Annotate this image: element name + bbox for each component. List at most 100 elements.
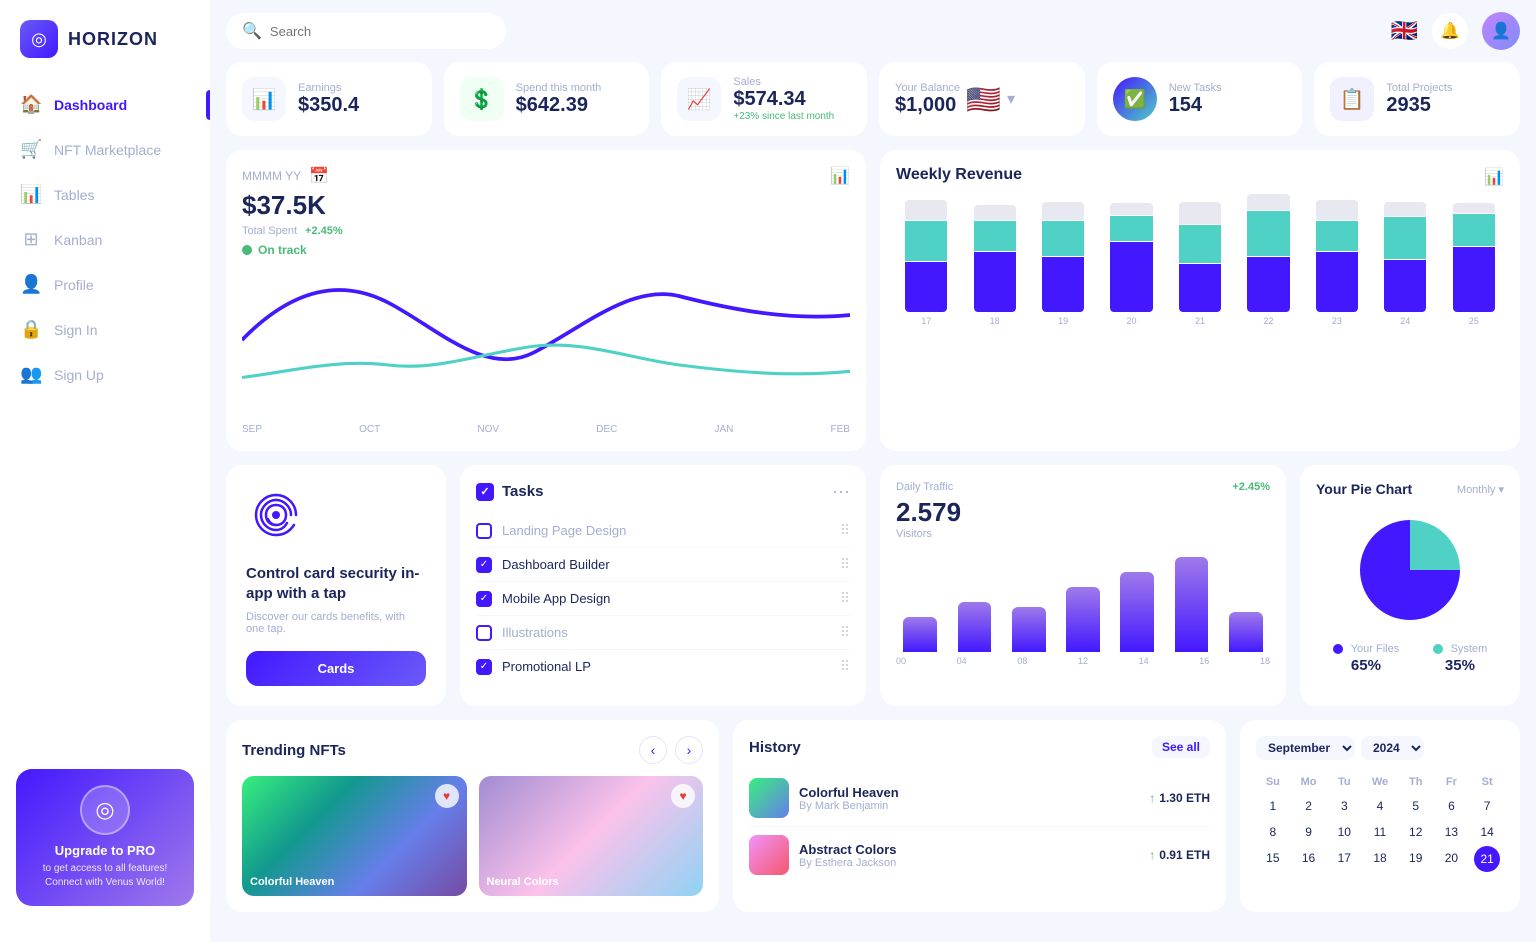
sidebar-item-tables[interactable]: 📊 Tables [0, 172, 210, 217]
sidebar-item-kanban[interactable]: ⊞ Kanban [0, 217, 210, 262]
nft-header: Trending NFTs ‹ › [242, 736, 703, 764]
stat-earnings: 📊 Earnings $350.4 [226, 62, 432, 136]
task-drag-4[interactable]: ⠿ [840, 658, 850, 675]
tx-3: 12 [1078, 656, 1088, 666]
main-line-chart: MMMM YY 📅 📊 $37.5K Total Spent +2.45% On… [226, 150, 866, 451]
upgrade-title: Upgrade to PRO [32, 843, 178, 858]
nft-card-label-0: Colorful Heaven [250, 876, 334, 888]
task-drag-0[interactable]: ⠿ [840, 522, 850, 539]
cal-day-9[interactable]: 9 [1292, 820, 1326, 844]
cal-day-2[interactable]: 2 [1292, 794, 1326, 818]
sidebar-item-signup[interactable]: 👥 Sign Up [0, 352, 210, 397]
balance-value: $1,000 [895, 94, 960, 117]
chart-bar-icon[interactable]: 📊 [830, 166, 850, 186]
sidebar-item-label-kanban: Kanban [54, 232, 102, 248]
nft-card-1[interactable]: ♥ Neural Colors [479, 776, 704, 896]
bar-label-23: 23 [1332, 316, 1342, 326]
cal-today[interactable]: 21 [1474, 846, 1500, 872]
pie-legend-system: System 35% [1433, 643, 1488, 674]
history-section: History See all Colorful Heaven By Mark … [733, 720, 1226, 912]
task-check-3[interactable] [476, 625, 492, 641]
upgrade-card[interactable]: ◎ Upgrade to PRO to get access to all fe… [16, 769, 194, 906]
cal-day-5[interactable]: 5 [1399, 794, 1433, 818]
search-input[interactable] [270, 24, 490, 39]
cards-button[interactable]: Cards [246, 651, 426, 686]
sidebar-item-profile[interactable]: 👤 Profile [0, 262, 210, 307]
cal-year-select[interactable]: 2024 [1361, 736, 1424, 760]
bar-chart-area: 17 18 19 [896, 196, 1504, 326]
cal-day-11[interactable]: 11 [1363, 820, 1397, 844]
t-bar-4 [1120, 572, 1154, 652]
cal-day-16[interactable]: 16 [1292, 846, 1326, 872]
history-item-0: Colorful Heaven By Mark Benjamin ↑ 1.30 … [749, 770, 1210, 827]
cal-day-14[interactable]: 14 [1470, 820, 1504, 844]
nft-next-button[interactable]: › [675, 736, 703, 764]
see-all-button[interactable]: See all [1152, 736, 1210, 758]
task-name-0: Landing Page Design [502, 523, 830, 538]
t-bar-3 [1066, 587, 1100, 652]
search-box[interactable]: 🔍 [226, 13, 506, 49]
task-check-0[interactable] [476, 523, 492, 539]
user-avatar[interactable]: 👤 [1482, 12, 1520, 50]
language-flag[interactable]: 🇬🇧 [1391, 18, 1418, 44]
task-drag-1[interactable]: ⠿ [840, 556, 850, 573]
cal-day-19[interactable]: 19 [1399, 846, 1433, 872]
eth-value-0: 1.30 ETH [1159, 791, 1210, 805]
nft-cards: ♥ Colorful Heaven ♥ Neural Colors [242, 776, 703, 896]
nft-heart-0[interactable]: ♥ [435, 784, 459, 808]
cal-day-13[interactable]: 13 [1435, 820, 1469, 844]
traffic-x-labels: 00 04 08 12 14 16 18 [896, 656, 1270, 666]
nft-heart-1[interactable]: ♥ [671, 784, 695, 808]
sales-change: +23% since last month [733, 111, 834, 122]
tasks-menu-icon[interactable]: ··· [832, 481, 850, 502]
task-check-4[interactable]: ✓ [476, 659, 492, 675]
cal-day-18[interactable]: 18 [1363, 846, 1397, 872]
history-info-0: Colorful Heaven By Mark Benjamin [799, 785, 1139, 812]
history-by-0: By Mark Benjamin [799, 800, 1139, 812]
traffic-bar-area [896, 552, 1270, 652]
nft-card-0[interactable]: ♥ Colorful Heaven [242, 776, 467, 896]
cal-day-7[interactable]: 7 [1470, 794, 1504, 818]
pie-period-select[interactable]: Monthly ▾ [1457, 483, 1504, 496]
x-label-dec: DEC [596, 424, 617, 435]
task-check-2[interactable]: ✓ [476, 591, 492, 607]
notifications-bell[interactable]: 🔔 [1432, 13, 1468, 49]
cal-day-17[interactable]: 17 [1327, 846, 1361, 872]
stat-spend: 💲 Spend this month $642.39 [444, 62, 650, 136]
cal-month-select[interactable]: September [1256, 736, 1355, 760]
calendar-icon[interactable]: 📅 [309, 166, 329, 186]
history-by-1: By Esthera Jackson [799, 857, 1139, 869]
task-drag-2[interactable]: ⠿ [840, 590, 850, 607]
traffic-change: +2.45% [1232, 481, 1270, 493]
cal-day-3[interactable]: 3 [1327, 794, 1361, 818]
balance-label: Your Balance [895, 82, 960, 94]
cal-day-6[interactable]: 6 [1435, 794, 1469, 818]
task-item-3: Illustrations ⠿ [476, 616, 850, 650]
system-dot [1433, 644, 1443, 654]
sidebar-item-nft[interactable]: 🛒 NFT Marketplace [0, 127, 210, 172]
cal-day-12[interactable]: 12 [1399, 820, 1433, 844]
security-card: Control card security in-app with a tap … [226, 465, 446, 706]
bar-group-19: 19 [1033, 202, 1093, 326]
files-dot [1333, 644, 1343, 654]
cal-day-1[interactable]: 1 [1256, 794, 1290, 818]
sidebar-item-dashboard[interactable]: 🏠 Dashboard [0, 82, 210, 127]
history-price-0: ↑ 1.30 ETH [1149, 791, 1210, 805]
cal-day-10[interactable]: 10 [1327, 820, 1361, 844]
cal-day-20[interactable]: 20 [1435, 846, 1469, 872]
nft-section: Trending NFTs ‹ › ♥ Colorful Heaven ♥ Ne… [226, 720, 719, 912]
bar-group-21: 21 [1170, 202, 1230, 326]
files-label: Your Files [1351, 643, 1400, 655]
cal-day-4[interactable]: 4 [1363, 794, 1397, 818]
balance-dropdown-icon[interactable]: ▾ [1007, 89, 1015, 109]
cal-day-header-fr: Fr [1435, 772, 1469, 792]
task-drag-3[interactable]: ⠿ [840, 624, 850, 641]
cal-day-15[interactable]: 15 [1256, 846, 1290, 872]
sidebar-item-label-dashboard: Dashboard [54, 97, 127, 113]
cal-day-8[interactable]: 8 [1256, 820, 1290, 844]
sales-value: $574.34 [733, 88, 834, 111]
nft-prev-button[interactable]: ‹ [639, 736, 667, 764]
task-check-1[interactable]: ✓ [476, 557, 492, 573]
tx-2: 08 [1017, 656, 1027, 666]
sidebar-item-signin[interactable]: 🔒 Sign In [0, 307, 210, 352]
